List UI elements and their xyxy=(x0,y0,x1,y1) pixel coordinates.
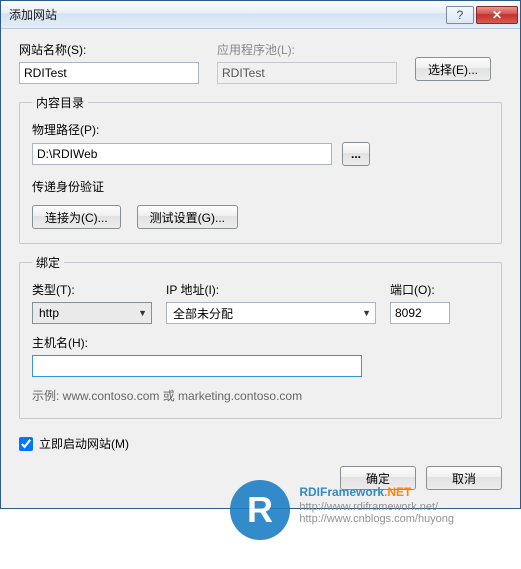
binding-group: 绑定 类型(T): http ▼ IP 地址(I): 全部未分配 ▼ xyxy=(19,254,502,419)
content-directory-legend: 内容目录 xyxy=(32,94,88,111)
titlebar: 添加网站 ? ✕ xyxy=(1,1,520,29)
site-name-label: 网站名称(S): xyxy=(19,41,199,58)
browse-path-button[interactable]: ... xyxy=(342,142,370,166)
binding-type-select[interactable]: http ▼ xyxy=(32,302,152,324)
select-pool-button[interactable]: 选择(E)... xyxy=(415,57,491,81)
binding-legend: 绑定 xyxy=(32,254,64,271)
add-website-dialog: 添加网站 ? ✕ 网站名称(S): 应用程序池(L): 选择(E)... 内容目… xyxy=(0,0,521,509)
chevron-down-icon: ▼ xyxy=(362,308,371,318)
connect-as-button[interactable]: 连接为(C)... xyxy=(32,205,121,229)
binding-port-input[interactable] xyxy=(390,302,450,324)
dialog-body: 网站名称(S): 应用程序池(L): 选择(E)... 内容目录 物理路径(P)… xyxy=(1,29,520,508)
site-name-input[interactable] xyxy=(19,62,199,84)
close-button[interactable]: ✕ xyxy=(476,6,518,24)
binding-ip-label: IP 地址(I): xyxy=(166,281,376,298)
binding-ip-select[interactable]: 全部未分配 ▼ xyxy=(166,302,376,324)
binding-type-value: http xyxy=(39,306,138,320)
hostname-input[interactable] xyxy=(32,355,362,377)
watermark-url2: http://www.cnblogs.com/huyong xyxy=(299,513,454,525)
dialog-footer: 确定 取消 xyxy=(19,460,502,490)
app-pool-value xyxy=(217,62,397,84)
start-now-label: 立即启动网站(M) xyxy=(39,435,129,452)
content-directory-group: 内容目录 物理路径(P): ... 传递身份验证 连接为(C)... 测试设置(… xyxy=(19,94,502,244)
app-pool-label: 应用程序池(L): xyxy=(217,41,397,58)
window-title: 添加网站 xyxy=(9,6,446,23)
ellipsis-icon: ... xyxy=(351,147,361,161)
binding-ip-value: 全部未分配 xyxy=(173,305,362,322)
hostname-hint: 示例: www.contoso.com 或 marketing.contoso.… xyxy=(32,387,489,404)
test-settings-button[interactable]: 测试设置(G)... xyxy=(137,205,238,229)
titlebar-buttons: ? ✕ xyxy=(446,6,518,24)
hostname-label: 主机名(H): xyxy=(32,334,489,351)
help-icon: ? xyxy=(457,8,464,22)
binding-port-label: 端口(O): xyxy=(390,281,460,298)
passthrough-auth-label: 传递身份验证 xyxy=(32,178,489,195)
binding-type-label: 类型(T): xyxy=(32,281,152,298)
physical-path-input[interactable] xyxy=(32,143,332,165)
cancel-button[interactable]: 取消 xyxy=(426,466,502,490)
close-icon: ✕ xyxy=(492,8,502,22)
help-button[interactable]: ? xyxy=(446,6,474,24)
physical-path-label: 物理路径(P): xyxy=(32,121,489,138)
ok-button[interactable]: 确定 xyxy=(340,466,416,490)
chevron-down-icon: ▼ xyxy=(138,308,147,318)
start-now-checkbox[interactable] xyxy=(19,437,33,451)
